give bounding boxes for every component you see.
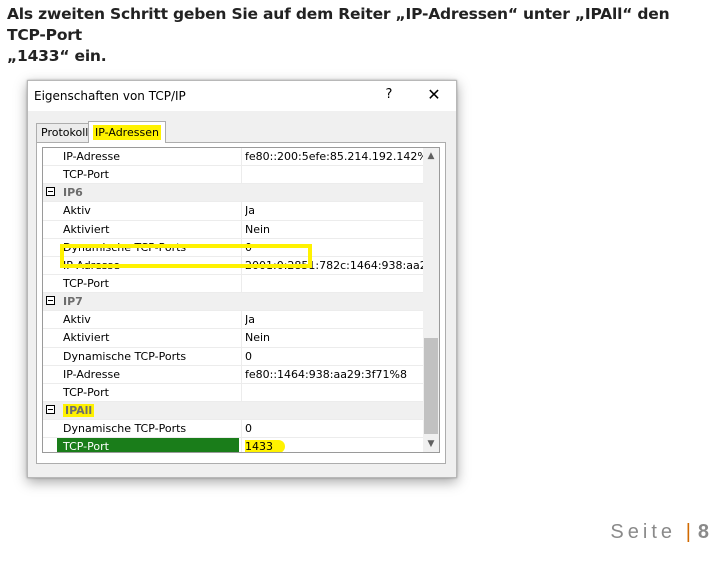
property-name: Dynamische TCP-Ports (63, 240, 187, 254)
property-row[interactable]: Dynamische TCP-Ports 0 (43, 420, 424, 439)
help-button[interactable]: ? (378, 84, 400, 106)
property-row[interactable]: IP-Adresse 2001:0:2851:782c:1464:938:aa29… (43, 256, 424, 275)
instruction-text: Als zweiten Schritt geben Sie auf dem Re… (7, 4, 707, 67)
property-value[interactable]: fe80::200:5efe:85.214.192.142%7 (245, 150, 423, 163)
property-row[interactable]: Dynamische TCP-Ports 0 (43, 238, 424, 257)
tab-ip-adressen[interactable]: IP-Adressen (88, 121, 166, 143)
property-row[interactable]: IP-Adresse fe80::200:5efe:85.214.192.142%… (43, 148, 424, 167)
footer-page-label: Seite (610, 521, 676, 543)
property-name: TCP-Port (57, 438, 239, 452)
property-name: Aktiviert (63, 331, 110, 345)
property-value[interactable]: Ja (245, 204, 423, 217)
property-name: TCP-Port (63, 385, 109, 399)
collapse-icon[interactable] (46, 296, 55, 306)
collapse-icon[interactable] (46, 404, 55, 414)
property-row[interactable]: TCP-Port (43, 166, 424, 185)
property-name: Aktiviert (63, 222, 110, 236)
category-row[interactable]: IP6 (43, 184, 424, 203)
column-divider (241, 347, 242, 365)
property-row[interactable]: Aktiviert Nein (43, 329, 424, 348)
column-divider (241, 256, 242, 274)
scroll-up-icon[interactable]: ▲ (423, 148, 439, 164)
property-row[interactable]: Aktiv Ja (43, 311, 424, 330)
property-value[interactable]: Nein (245, 223, 423, 236)
column-divider (241, 365, 242, 383)
property-name: IP-Adresse (63, 258, 120, 272)
property-value[interactable]: 1433 (245, 440, 423, 452)
tab-panel: IP-Adresse fe80::200:5efe:85.214.192.142%… (36, 142, 446, 464)
column-divider (241, 202, 242, 220)
tab-protokoll-label: Protokoll (41, 126, 89, 139)
property-value[interactable]: 2001:0:2851:782c:1464:938:aa29:3 (245, 259, 423, 272)
property-grid: IP-Adresse fe80::200:5efe:85.214.192.142%… (42, 147, 440, 453)
column-divider (241, 438, 242, 452)
property-name: Dynamische TCP-Ports (63, 422, 187, 436)
footer-page-number: 8 (697, 521, 709, 543)
property-row[interactable]: TCP-Port (43, 274, 424, 294)
property-row[interactable]: IP-Adresse fe80::1464:938:aa29:3f71%8 (43, 365, 424, 384)
property-row[interactable]: Aktiv Ja (43, 202, 424, 221)
column-divider (241, 329, 242, 347)
column-divider (241, 311, 242, 329)
column-divider (241, 166, 242, 184)
instruction-line-1: Als zweiten Schritt geben Sie auf dem Re… (7, 5, 670, 44)
scroll-thumb[interactable] (424, 338, 438, 434)
dialog-title: Eigenschaften von TCP/IP (34, 89, 186, 103)
scroll-down-icon[interactable]: ▼ (423, 436, 439, 452)
property-value[interactable]: 0 (245, 241, 423, 254)
category-row[interactable]: IPAll (43, 401, 424, 421)
column-divider (241, 420, 242, 438)
property-value[interactable]: 0 (245, 422, 423, 435)
footer-separator: | (685, 521, 691, 543)
tab-protokoll[interactable]: Protokoll (36, 123, 94, 142)
category-label: IP6 (63, 186, 83, 200)
property-name: Aktiv (63, 204, 91, 218)
close-button[interactable]: ✕ (422, 84, 446, 106)
dialog-screenshot: Eigenschaften von TCP/IP ? ✕ Protokoll I… (27, 80, 457, 478)
property-rows: IP-Adresse fe80::200:5efe:85.214.192.142%… (43, 148, 424, 452)
property-value[interactable]: 0 (245, 350, 423, 363)
property-row[interactable]: TCP-Port (43, 383, 424, 402)
property-value[interactable]: Ja (245, 313, 423, 326)
property-value[interactable]: fe80::1464:938:aa29:3f71%8 (245, 368, 423, 381)
property-row[interactable]: TCP-Port 1433 (43, 438, 424, 452)
property-name: IP-Adresse (63, 150, 120, 163)
instruction-line-2: „1433“ ein. (7, 47, 107, 65)
property-name: TCP-Port (63, 276, 109, 290)
category-row[interactable]: IP7 (43, 293, 424, 312)
vertical-scrollbar[interactable]: ▲ ▼ (423, 148, 439, 452)
tab-ip-adressen-label: IP-Adressen (93, 125, 161, 140)
property-name: IP-Adresse (63, 367, 120, 381)
property-row[interactable]: Aktiviert Nein (43, 220, 424, 239)
property-name: TCP-Port (63, 168, 109, 182)
tcpip-properties-dialog: Eigenschaften von TCP/IP ? ✕ Protokoll I… (27, 80, 457, 478)
column-divider (241, 274, 242, 293)
column-divider (241, 148, 242, 166)
property-row[interactable]: Dynamische TCP-Ports 0 (43, 347, 424, 366)
column-divider (241, 220, 242, 238)
category-label: IPAll (63, 403, 95, 417)
dialog-titlebar: Eigenschaften von TCP/IP ? ✕ (28, 81, 456, 111)
collapse-icon[interactable] (46, 187, 55, 197)
column-divider (241, 383, 242, 401)
property-name: Aktiv (63, 313, 91, 327)
category-label: IP7 (63, 295, 83, 309)
property-name: Dynamische TCP-Ports (63, 349, 187, 363)
property-value[interactable]: Nein (245, 331, 423, 344)
column-divider (241, 238, 242, 256)
